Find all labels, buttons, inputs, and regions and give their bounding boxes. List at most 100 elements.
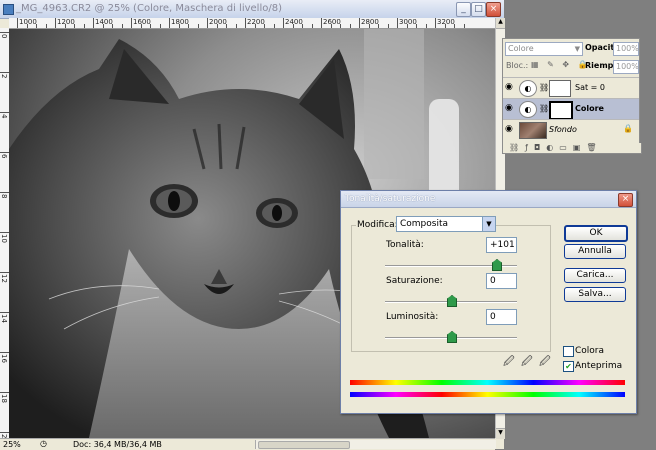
ruler-label: 1000 [19,18,37,26]
layer-row-colore[interactable]: ◉ ◐ ⛓ Colore [503,98,639,120]
ruler-label: 3000 [399,18,417,26]
hue-label: Tonalità: [386,240,424,250]
ruler-minor-tick [406,24,408,28]
ruler-tick [0,352,9,353]
chain-link-icon[interactable]: ⛓ [539,83,549,92]
output-color-bar [350,392,625,397]
opacity-input[interactable]: 100% [613,42,639,56]
ruler-minor-tick [140,24,142,28]
preview-label: Anteprima [575,361,623,371]
ruler-minor-tick [330,24,332,28]
ruler-tick [131,18,132,28]
chevron-down-icon: ▼ [574,45,580,53]
ruler-tick [169,18,170,28]
eye-icon[interactable]: ◉ [505,103,515,113]
modifica-select[interactable]: Composita ▼ [396,216,496,232]
eyedropper-plus-icon[interactable]: 🖉 [521,353,533,372]
close-button[interactable]: × [486,2,501,17]
layers-panel-footer: ⛓ƒ◘◐▭▣🗑 [502,143,642,154]
document-titlebar[interactable]: _MG_4963.CR2 @ 25% (Colore, Maschera di … [0,0,504,19]
ruler-minor-tick [425,24,427,28]
layer-name: Sat = 0 [575,83,605,92]
cancel-button[interactable]: Annulla [564,244,626,259]
ruler-tick [0,232,9,233]
ruler-minor-tick [178,24,180,28]
doc-size-info: Doc: 36,4 MB/36,4 MB [73,440,162,449]
chevron-down-icon[interactable]: ▼ [482,217,495,231]
ruler-label: 8 [0,194,8,199]
ruler-minor-tick [311,24,313,28]
ruler-tick [55,18,56,28]
ruler-tick [0,272,9,273]
ruler-minor-tick [302,24,303,28]
scroll-up-arrow-icon[interactable]: ▲ [496,18,505,29]
saturation-input[interactable]: 0 [486,273,517,289]
ruler-minor-tick [368,24,370,28]
ruler-label: 10 [0,234,8,243]
hue-input[interactable]: +101 [486,237,517,253]
ruler-minor-tick [235,24,237,28]
close-icon[interactable]: × [618,193,633,207]
horizontal-scrollbar[interactable] [255,440,496,449]
load-button[interactable]: Carica... [564,268,626,283]
ruler-tick [93,18,94,28]
ruler-tick [0,32,9,33]
eyedropper-minus-icon[interactable]: 🖉 [539,353,551,372]
layer-footer-icons[interactable]: ⛓ƒ◘◐▭▣🗑 [509,143,603,152]
ruler-minor-tick [216,24,218,28]
maximize-button[interactable]: □ [471,2,486,17]
adjustment-layer-icon: ◐ [519,80,537,97]
ruler-tick [397,18,398,28]
status-info-icon[interactable]: ◷ [40,439,47,448]
document-title: _MG_4963.CR2 @ 25% (Colore, Maschera di … [16,3,282,14]
ruler-label: 1400 [95,18,113,26]
lightness-label: Luminosità: [386,312,439,322]
eye-icon[interactable]: ◉ [505,124,515,134]
ruler-minor-tick [273,24,275,28]
layer-mask-thumbnail[interactable] [549,101,573,120]
ruler-minor-tick [387,24,389,28]
ruler-tick [0,72,9,73]
ruler-label: 1200 [57,18,75,26]
lock-icons[interactable]: ▦ ✎ ✥ 🔒 [531,60,591,69]
ruler-tick [245,18,246,28]
modifica-value: Composita [400,219,449,229]
eyedropper-icon[interactable]: 🖉 [503,353,515,372]
preview-checkbox[interactable]: ✔ [563,361,574,372]
zoom-level[interactable]: 25% [3,440,21,449]
layer-name: Colore [575,104,604,113]
layer-mask-thumbnail[interactable] [549,80,571,97]
ruler-minor-tick [150,24,151,28]
eye-icon[interactable]: ◉ [505,82,515,92]
ruler-tick [207,18,208,28]
layer-row-sat[interactable]: ◉ ◐ ⛓ Sat = 0 [503,77,639,98]
ruler-tick [0,152,9,153]
ruler-label: 1800 [171,18,189,26]
minimize-button[interactable]: _ [456,2,471,17]
ruler-label: 3200 [437,18,455,26]
ruler-label: 1600 [133,18,151,26]
save-button[interactable]: Salva... [564,287,626,302]
ruler-minor-tick [264,24,265,28]
layer-row-sfondo[interactable]: ◉ Sfondo 🔒 [503,119,639,140]
horizontal-ruler[interactable]: 1000 1200 1400 1600 1800 2000 2200 2400 2600 2800… [9,18,495,29]
ruler-label: 2000 [209,18,227,26]
colorize-checkbox[interactable] [563,346,574,357]
lightness-input[interactable]: 0 [486,309,517,325]
horizontal-scroll-thumb[interactable] [258,441,350,449]
dialog-titlebar[interactable]: Tonalità/saturazione × [341,191,636,208]
ruler-minor-tick [121,24,123,28]
lock-label: Bloc.: [506,61,529,70]
modifica-label: Modifica: [356,220,399,230]
ruler-label: 6 [0,154,8,159]
chain-link-icon[interactable]: ⛓ [539,104,549,113]
scroll-down-arrow-icon[interactable]: ▼ [496,428,505,439]
ruler-label: 12 [0,274,8,283]
layer-thumbnail[interactable] [519,122,547,139]
ruler-minor-tick [444,24,446,28]
ok-button[interactable]: OK [564,225,628,242]
lock-icon: 🔒 [623,124,633,133]
ruler-tick [283,18,284,28]
blend-mode-select[interactable]: Colore ▼ [505,42,583,56]
fill-input[interactable]: 100% [613,60,639,74]
